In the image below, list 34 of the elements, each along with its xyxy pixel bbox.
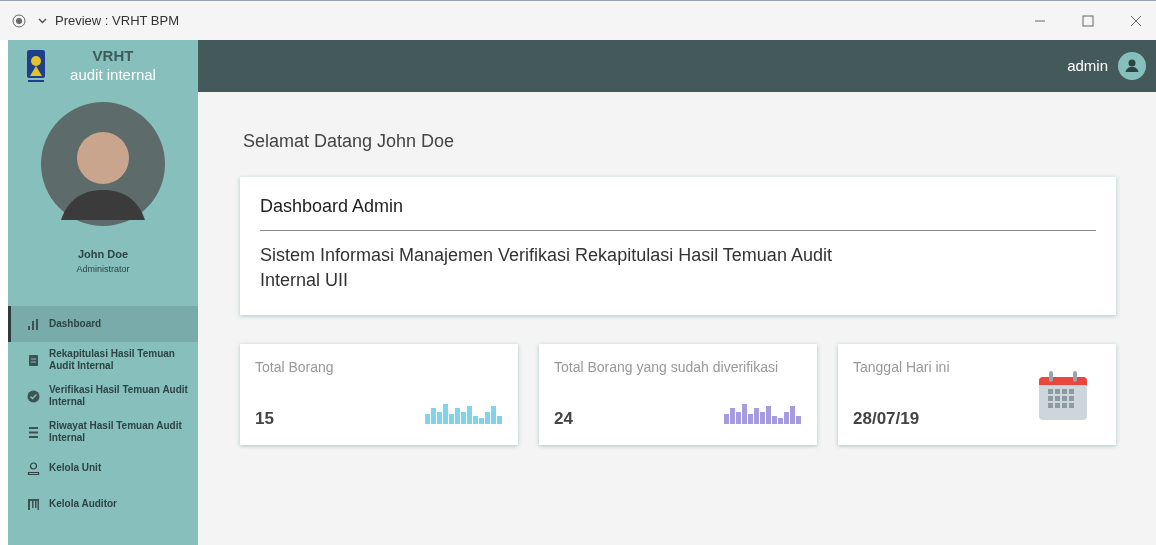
maximize-icon[interactable] [1082, 14, 1094, 27]
check-circle-icon [27, 389, 40, 403]
person-icon [27, 461, 40, 475]
sidebar-item[interactable]: Kelola Unit [8, 450, 198, 486]
sidebar-item[interactable]: Verifikasi Hasil Temuan Audit Internal [8, 378, 198, 414]
profile-name: John Doe [77, 247, 129, 262]
university-logo-icon [26, 49, 46, 83]
stat-value: 15 [255, 408, 274, 431]
chevron-down-icon[interactable] [38, 17, 47, 24]
grid-icon [27, 497, 40, 511]
calendar-icon [1038, 369, 1088, 422]
window-title: Preview : VRHT BPM [55, 11, 179, 30]
card-description: Sistem Informasi Manajemen Verifikasi Rekapitulasi Hasil Temuan Audit Internal UII [260, 244, 833, 293]
sidebar-item[interactable]: Dashboard [8, 306, 198, 342]
stat-label: Total Borang yang sudah diverifikasi [554, 358, 780, 378]
user-name[interactable]: admin [1067, 54, 1108, 78]
document-icon [27, 353, 40, 367]
close-icon[interactable] [1130, 14, 1142, 27]
brand-subtitle: audit internal [70, 66, 156, 85]
profile-role: Administrator [76, 262, 130, 276]
brand-title: VRHT [92, 47, 134, 66]
stat-value: 28/07/19 [853, 408, 920, 431]
stat-value: 24 [554, 408, 573, 431]
stat-label: Tanggal Hari ini [853, 358, 951, 378]
welcome-heading: Selamat Datang John Doe [243, 130, 456, 153]
stat-label: Total Borang [255, 358, 335, 378]
bar-chart-icon [27, 317, 40, 331]
sidebar-item[interactable]: Rekapitulasi Hasil Temuan Audit Internal [8, 342, 198, 378]
card-title: Dashboard Admin [260, 193, 1096, 231]
user-avatar-icon[interactable] [1118, 52, 1146, 80]
sidebar-item[interactable]: Riwayat Hasil Temuan Audit Internal [8, 414, 198, 450]
sidebar-item[interactable]: Kelola Auditor [8, 486, 198, 522]
list-icon [27, 425, 40, 439]
record-icon[interactable] [12, 13, 26, 28]
